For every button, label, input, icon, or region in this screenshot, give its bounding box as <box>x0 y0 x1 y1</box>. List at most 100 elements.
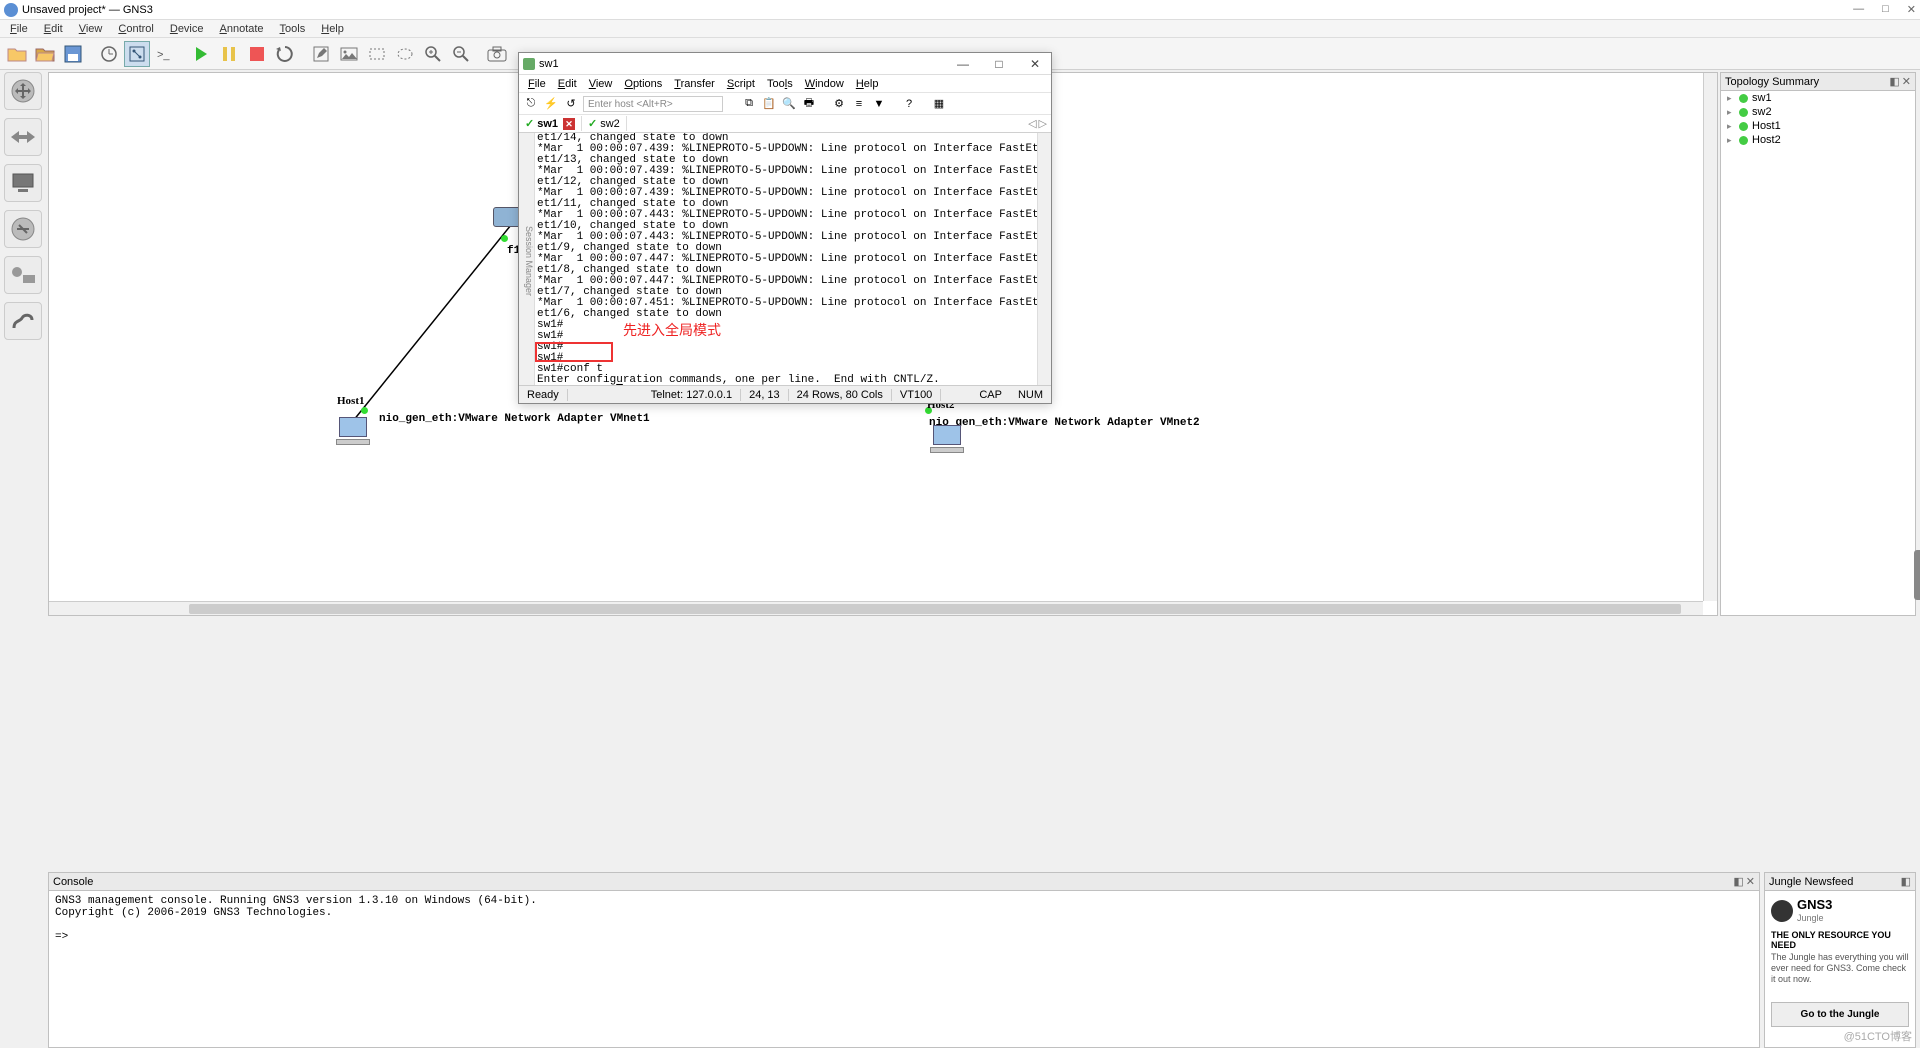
terminal-toolbar: ⎋ ⚡ ↺ Enter host <Alt+R> ⧉ 📋 🔍 🖶 ⚙ ≡ ▼ ?… <box>519 93 1051 115</box>
node-label-host1: Host1 <box>337 395 365 407</box>
terminal-menubar: File Edit View Options Transfer Script T… <box>519 75 1051 93</box>
tab-close-icon[interactable]: ✕ <box>563 118 575 130</box>
term-menu-window[interactable]: Window <box>800 77 849 91</box>
term-menu-file[interactable]: File <box>523 77 551 91</box>
session-manager-sidebar[interactable]: Session Manager <box>519 133 535 385</box>
save-project-icon[interactable] <box>60 41 86 67</box>
terminal-titlebar[interactable]: sw1 — □ ✕ <box>519 53 1051 75</box>
minimize-button[interactable]: — <box>1853 3 1864 16</box>
menubar: File Edit View Control Device Annotate T… <box>0 20 1920 38</box>
tab-next-icon[interactable]: ▷ <box>1039 117 1047 130</box>
status-cursor: 24, 13 <box>741 389 789 401</box>
status-ready: Ready <box>519 389 568 401</box>
topology-summary-title: Topology Summary ◧✕ <box>1721 73 1915 91</box>
term-menu-tools[interactable]: Tools <box>762 77 798 91</box>
svg-text:>_: >_ <box>157 49 170 61</box>
topology-summary-panel: Topology Summary ◧✕ ▸sw1 ▸sw2 ▸Host1 ▸Ho… <box>1720 72 1916 616</box>
panel-close-icon[interactable]: ✕ <box>1746 875 1755 888</box>
tab-sw1[interactable]: ✓sw1✕ <box>519 116 582 131</box>
terminal-maximize-button[interactable]: □ <box>987 57 1011 71</box>
status-cap: CAP <box>971 389 1010 401</box>
side-marker <box>1914 550 1920 600</box>
snapshot-icon[interactable] <box>96 41 122 67</box>
routers-icon[interactable] <box>4 72 42 110</box>
terminal-window[interactable]: sw1 — □ ✕ File Edit View Options Transfe… <box>518 52 1052 404</box>
disconnect-icon[interactable]: ↺ <box>563 96 579 112</box>
image-icon[interactable] <box>336 41 362 67</box>
term-menu-script[interactable]: Script <box>722 77 760 91</box>
open-project-icon[interactable] <box>32 41 58 67</box>
annotate-icon[interactable] <box>308 41 334 67</box>
tree-item-host1[interactable]: ▸Host1 <box>1721 119 1915 133</box>
add-link-icon[interactable] <box>4 302 42 340</box>
toolbar-end-icon[interactable]: ▦ <box>931 96 947 112</box>
start-all-icon[interactable] <box>188 41 214 67</box>
end-devices-icon[interactable] <box>4 164 42 202</box>
app-icon <box>4 3 18 17</box>
zoom-out-icon[interactable] <box>448 41 474 67</box>
console-all-icon[interactable]: >_ <box>152 41 178 67</box>
copy-icon[interactable]: ⧉ <box>741 96 757 112</box>
options-icon[interactable]: ⚙ <box>831 96 847 112</box>
term-menu-view[interactable]: View <box>584 77 618 91</box>
term-menu-transfer[interactable]: Transfer <box>669 77 720 91</box>
terminal-vscroll[interactable] <box>1037 133 1051 385</box>
session-options-icon[interactable]: ≡ <box>851 96 867 112</box>
maximize-button[interactable]: □ <box>1882 3 1889 16</box>
terminal-minimize-button[interactable]: — <box>951 57 975 71</box>
app-title: Unsaved project* — GNS3 <box>22 4 153 16</box>
filter-icon[interactable]: ▼ <box>871 96 887 112</box>
menu-file[interactable]: File <box>4 22 34 36</box>
rectangle-icon[interactable] <box>364 41 390 67</box>
canvas-vscroll[interactable] <box>1703 73 1717 601</box>
menu-control[interactable]: Control <box>112 22 159 36</box>
tab-prev-icon[interactable]: ◁ <box>1028 117 1036 130</box>
quick-connect-icon[interactable]: ⎋ <box>523 96 539 112</box>
panel-close-icon[interactable]: ✕ <box>1902 75 1911 88</box>
screenshot-icon[interactable] <box>484 41 510 67</box>
tab-sw2[interactable]: ✓sw2 <box>582 116 627 131</box>
panel-undock-icon[interactable]: ◧ <box>1901 875 1911 888</box>
interface-label-host2: nio_gen_eth:VMware Network Adapter VMnet… <box>929 417 1200 429</box>
show-interfaces-icon[interactable] <box>124 41 150 67</box>
panel-undock-icon[interactable]: ◧ <box>1889 75 1899 88</box>
help-icon[interactable]: ? <box>901 96 917 112</box>
menu-annotate[interactable]: Annotate <box>214 22 270 36</box>
term-menu-options[interactable]: Options <box>619 77 667 91</box>
new-project-icon[interactable] <box>4 41 30 67</box>
ellipse-icon[interactable] <box>392 41 418 67</box>
status-num: NUM <box>1010 389 1051 401</box>
close-button[interactable]: ✕ <box>1907 3 1916 16</box>
print-icon[interactable]: 🖶 <box>801 96 817 112</box>
tree-item-sw2[interactable]: ▸sw2 <box>1721 105 1915 119</box>
reload-all-icon[interactable] <box>272 41 298 67</box>
host-input[interactable]: Enter host <Alt+R> <box>583 96 723 112</box>
console-output[interactable]: GNS3 management console. Running GNS3 ve… <box>49 891 1759 947</box>
menu-edit[interactable]: Edit <box>38 22 69 36</box>
tree-item-host2[interactable]: ▸Host2 <box>1721 133 1915 147</box>
security-devices-icon[interactable] <box>4 210 42 248</box>
canvas-hscroll[interactable] <box>49 601 1703 615</box>
node-host1[interactable] <box>333 417 373 449</box>
menu-tools[interactable]: Tools <box>274 22 312 36</box>
terminal-close-button[interactable]: ✕ <box>1023 57 1047 71</box>
paste-icon[interactable]: 📋 <box>761 96 777 112</box>
console-panel: Console ◧✕ GNS3 management console. Runn… <box>48 872 1760 1048</box>
go-to-jungle-button[interactable]: Go to the Jungle <box>1771 1002 1909 1027</box>
tree-item-sw1[interactable]: ▸sw1 <box>1721 91 1915 105</box>
menu-view[interactable]: View <box>73 22 109 36</box>
all-devices-icon[interactable] <box>4 256 42 294</box>
switches-icon[interactable] <box>4 118 42 156</box>
node-host2[interactable] <box>927 425 967 457</box>
pause-all-icon[interactable] <box>216 41 242 67</box>
reconnect-icon[interactable]: ⚡ <box>543 96 559 112</box>
menu-device[interactable]: Device <box>164 22 210 36</box>
stop-all-icon[interactable] <box>244 41 270 67</box>
interface-label-host1: nio_gen_eth:VMware Network Adapter VMnet… <box>379 413 650 425</box>
menu-help[interactable]: Help <box>315 22 350 36</box>
term-menu-edit[interactable]: Edit <box>553 77 582 91</box>
term-menu-help[interactable]: Help <box>851 77 884 91</box>
panel-undock-icon[interactable]: ◧ <box>1733 875 1743 888</box>
find-icon[interactable]: 🔍 <box>781 96 797 112</box>
zoom-in-icon[interactable] <box>420 41 446 67</box>
